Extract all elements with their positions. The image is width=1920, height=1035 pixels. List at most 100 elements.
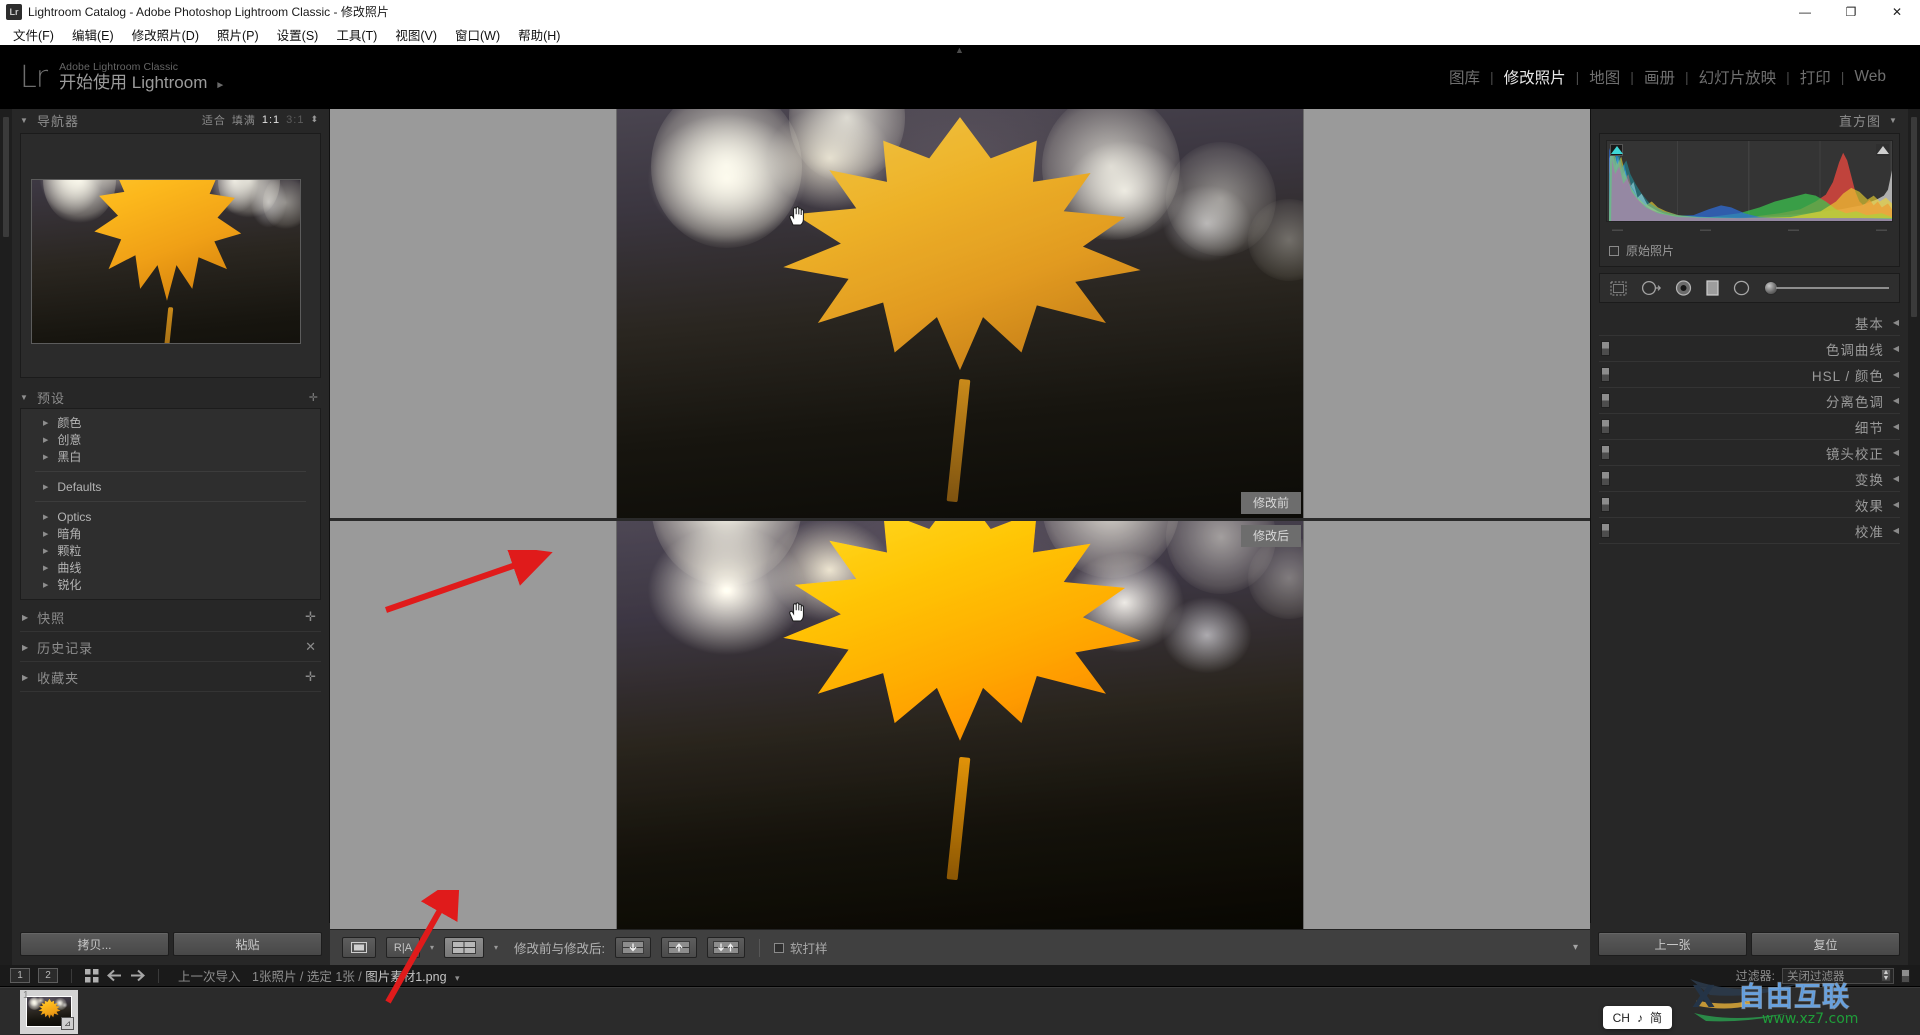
section-tone-curve-switch[interactable] <box>1601 341 1610 356</box>
navigator-header[interactable]: ▼ 导航器 适合 填满 1:1 3:1 ⬍ <box>12 109 329 131</box>
identity-arrow-icon[interactable]: ► <box>215 80 225 91</box>
navigator-collapse-icon[interactable]: ▼ <box>20 116 29 125</box>
preset-group-color[interactable]: ▶ 颜色 <box>21 414 320 431</box>
section-tone-curve-expand-icon[interactable]: ◀ <box>1893 344 1900 353</box>
paste-button[interactable]: 粘贴 <box>173 932 322 956</box>
redeye-correction-icon[interactable] <box>1675 280 1692 296</box>
menu-photo[interactable]: 照片(P) <box>208 23 268 46</box>
before-after-view-button[interactable] <box>444 937 485 958</box>
filmstrip-thumbnail[interactable]: 1 ⊿ <box>20 989 78 1034</box>
history-expand-icon[interactable]: ▶ <box>22 643 29 652</box>
section-detail-expand-icon[interactable]: ◀ <box>1893 422 1900 431</box>
section-lens-corrections-expand-icon[interactable]: ◀ <box>1893 448 1900 457</box>
history-clear-icon[interactable]: ✕ <box>305 639 321 655</box>
menu-develop[interactable]: 修改照片(D) <box>123 23 208 46</box>
copy-button[interactable]: 拷贝... <box>20 932 169 956</box>
minimize-button[interactable]: — <box>1782 0 1828 23</box>
section-effects-switch[interactable] <box>1601 497 1610 512</box>
preset-group-curve[interactable]: ▶ 曲线 <box>21 559 320 576</box>
section-hsl-color-switch[interactable] <box>1601 367 1610 382</box>
section-transform[interactable]: 变换 ◀ <box>1599 466 1900 491</box>
original-photo-toggle[interactable]: 原始照片 <box>1606 236 1893 266</box>
snapshots-expand-icon[interactable]: ▶ <box>22 613 29 622</box>
develop-badge-icon[interactable]: ⊿ <box>61 1016 74 1030</box>
history-header[interactable]: ▶ 历史记录 ✕ <box>20 636 321 658</box>
maximize-button[interactable]: ❐ <box>1828 0 1874 23</box>
softproof-toggle[interactable]: 软打样 <box>774 938 828 957</box>
section-lens-corrections-switch[interactable] <box>1601 445 1610 460</box>
module-slideshow[interactable]: 幻灯片放映 <box>1689 66 1787 88</box>
adjustment-brush-control[interactable] <box>1764 281 1889 295</box>
grid-view-icon[interactable] <box>85 968 99 983</box>
presets-header[interactable]: ▼ 预设 ✛ <box>12 386 329 408</box>
left-panel-scrollbar[interactable] <box>0 109 12 965</box>
right-scrollbar-thumb[interactable] <box>1911 117 1917 317</box>
copy-after-to-before-button[interactable] <box>615 937 652 958</box>
radial-filter-icon[interactable] <box>1733 280 1750 296</box>
module-library[interactable]: 图库 <box>1439 66 1490 88</box>
previous-button[interactable]: 上一张 <box>1598 932 1747 956</box>
collections-expand-icon[interactable]: ▶ <box>22 673 29 682</box>
zoom-fit-button[interactable]: 适合 <box>202 112 226 128</box>
collections-add-icon[interactable]: ✛ <box>305 669 321 685</box>
preset-group-optics[interactable]: ▶ Optics <box>21 508 320 525</box>
section-detail-switch[interactable] <box>1601 419 1610 434</box>
left-scrollbar-thumb[interactable] <box>3 117 9 237</box>
menu-settings[interactable]: 设置(S) <box>268 23 328 46</box>
menu-file[interactable]: 文件(F) <box>4 23 63 46</box>
copy-before-to-after-button[interactable] <box>661 937 698 958</box>
highlight-clipping-indicator[interactable] <box>1876 144 1889 156</box>
reference-view-caret-icon[interactable]: ▾ <box>430 943 434 952</box>
preset-group-creative[interactable]: ▶ 创意 <box>21 431 320 448</box>
preset-group-defaults[interactable]: ▶ Defaults <box>21 478 320 495</box>
module-web[interactable]: Web <box>1844 68 1896 86</box>
screen-2-button[interactable]: 2 <box>38 968 58 983</box>
menu-edit[interactable]: 编辑(E) <box>63 23 123 46</box>
crop-overlay-icon[interactable] <box>1610 281 1627 296</box>
section-calibration[interactable]: 校准 ◀ <box>1599 518 1900 543</box>
brush-slider-track[interactable] <box>1776 287 1889 289</box>
section-hsl-color-expand-icon[interactable]: ◀ <box>1893 370 1900 379</box>
before-pane[interactable]: 修改前 <box>330 109 1590 518</box>
zoom-fill-button[interactable]: 填满 <box>232 112 256 128</box>
menu-tools[interactable]: 工具(T) <box>327 23 386 46</box>
filmstrip-path-caret-icon[interactable]: ▾ <box>455 973 460 983</box>
screen-1-button[interactable]: 1 <box>10 968 30 983</box>
module-print[interactable]: 打印 <box>1790 66 1841 88</box>
identity-plate[interactable]: Lr Adobe Lightroom Classic 开始使用 Lightroo… <box>0 60 225 95</box>
loupe-view-button[interactable] <box>342 937 376 958</box>
histogram-collapse-icon[interactable]: ▼ <box>1889 116 1898 125</box>
preset-group-vignetting[interactable]: ▶ 暗角 <box>21 525 320 542</box>
section-lens-corrections[interactable]: 镜头校正 ◀ <box>1599 440 1900 465</box>
section-calibration-switch[interactable] <box>1601 523 1610 538</box>
graduated-filter-icon[interactable] <box>1706 280 1719 296</box>
section-effects[interactable]: 效果 ◀ <box>1599 492 1900 517</box>
preset-group-grain[interactable]: ▶ 颗粒 <box>21 542 320 559</box>
preset-group-sharpening[interactable]: ▶ 锐化 <box>21 576 320 593</box>
histogram-header[interactable]: 直方图 ▼ <box>1591 109 1908 131</box>
right-panel-scrollbar[interactable] <box>1908 109 1920 965</box>
toolbar-collapse-icon[interactable]: ▾ <box>1573 942 1578 953</box>
spot-removal-icon[interactable] <box>1641 280 1661 296</box>
module-develop[interactable]: 修改照片 <box>1494 66 1576 88</box>
original-photo-checkbox[interactable] <box>1609 245 1619 256</box>
section-basic-expand-icon[interactable]: ◀ <box>1893 318 1900 327</box>
navigate-back-icon[interactable] <box>107 969 122 982</box>
zoom-stepper-icon[interactable]: ⬍ <box>310 115 319 124</box>
presets-collapse-icon[interactable]: ▼ <box>20 393 29 402</box>
preset-group-bw[interactable]: ▶ 黑白 <box>21 448 320 465</box>
section-basic[interactable]: 基本 ◀ <box>1599 310 1900 335</box>
section-calibration-expand-icon[interactable]: ◀ <box>1893 526 1900 535</box>
section-transform-switch[interactable] <box>1601 471 1610 486</box>
section-split-toning-expand-icon[interactable]: ◀ <box>1893 396 1900 405</box>
module-map[interactable]: 地图 <box>1579 66 1630 88</box>
softproof-checkbox[interactable] <box>774 942 785 953</box>
section-detail[interactable]: 细节 ◀ <box>1599 414 1900 439</box>
section-tone-curve[interactable]: 色调曲线 ◀ <box>1599 336 1900 361</box>
ime-indicator[interactable]: CH ♪ 简 <box>1602 1006 1672 1029</box>
section-split-toning-switch[interactable] <box>1601 393 1610 408</box>
histogram-plot[interactable] <box>1606 140 1893 222</box>
zoom-1-1-button[interactable]: 1:1 <box>262 114 280 126</box>
before-after-caret-icon[interactable]: ▾ <box>494 943 498 952</box>
section-transform-expand-icon[interactable]: ◀ <box>1893 474 1900 483</box>
